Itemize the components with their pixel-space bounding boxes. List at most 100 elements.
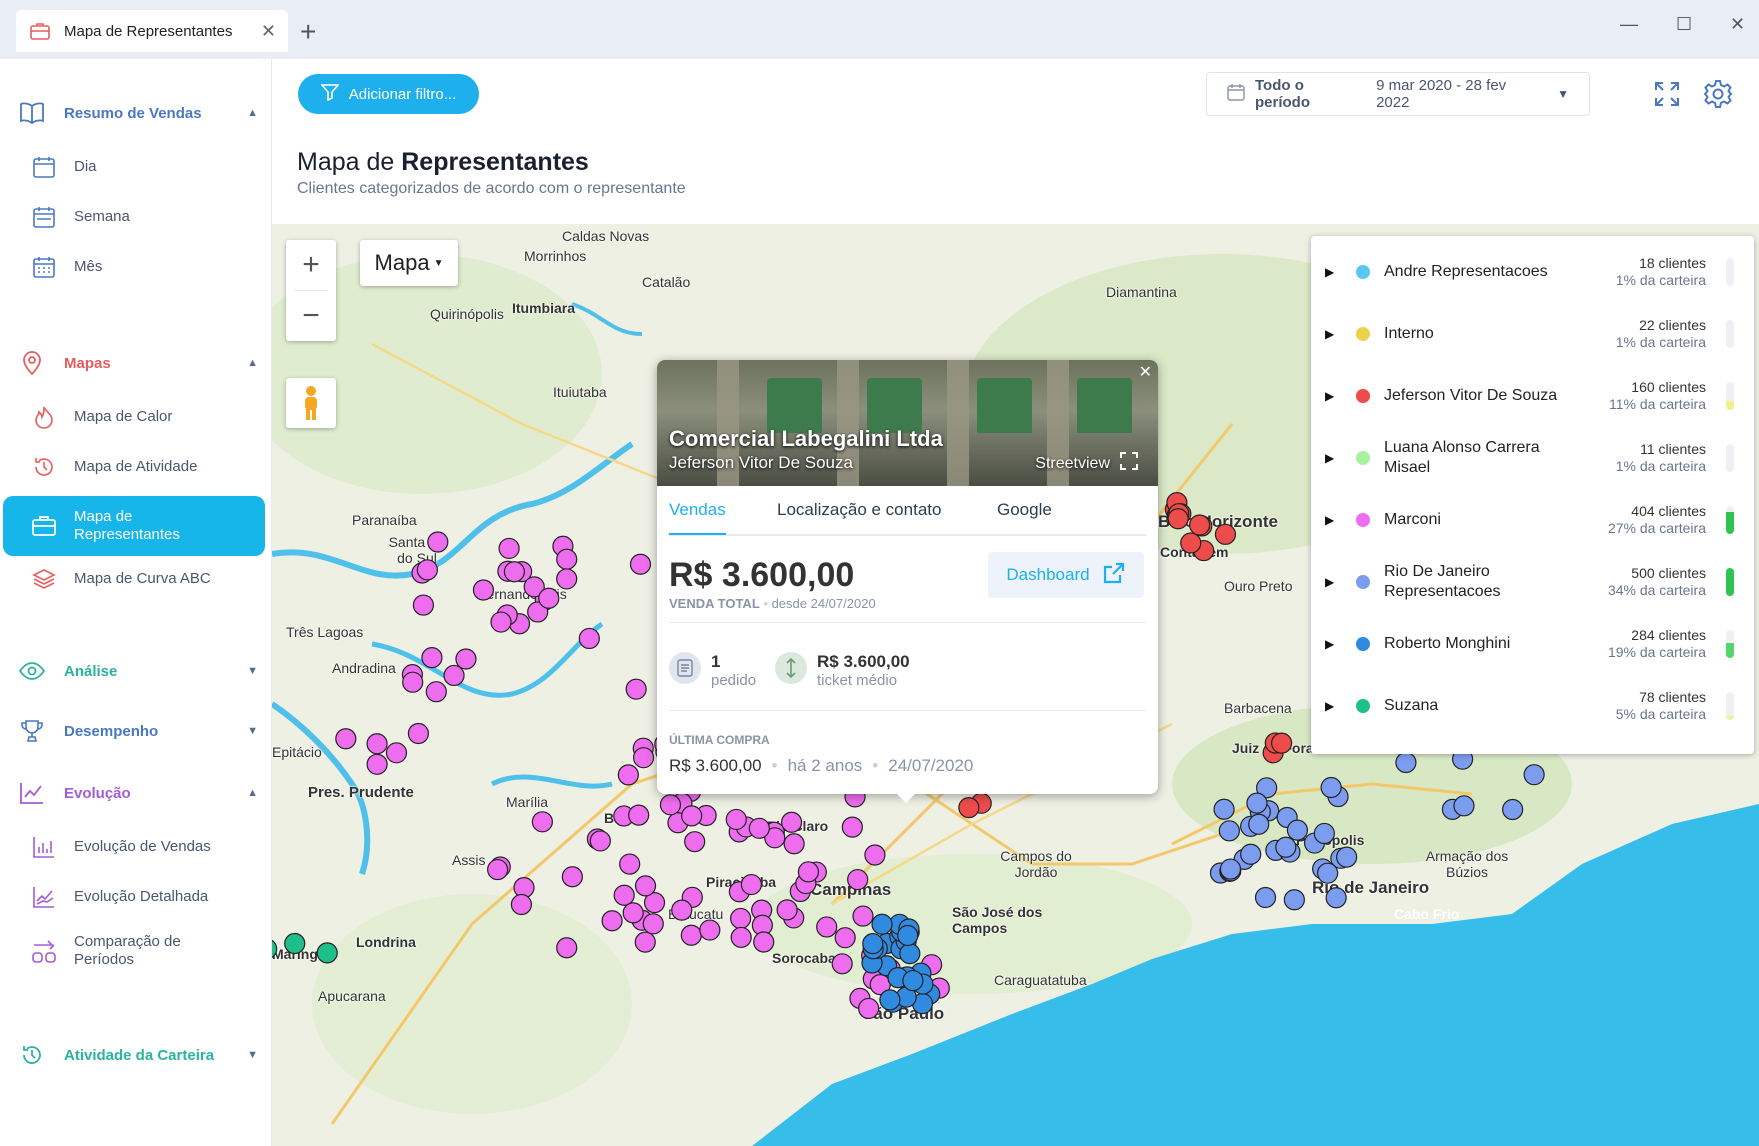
zoom-out-button[interactable]: − (286, 291, 336, 341)
client-marker[interactable] (862, 933, 884, 955)
client-marker[interactable] (538, 587, 560, 609)
sidebar-section-analise[interactable]: Análise ▼ (18, 656, 264, 686)
client-marker[interactable] (783, 833, 805, 855)
client-marker[interactable] (1248, 813, 1270, 835)
client-marker[interactable] (1286, 819, 1309, 841)
tab-vendas[interactable]: Vendas (669, 500, 726, 535)
client-marker[interactable] (503, 561, 525, 583)
client-marker[interactable] (1271, 732, 1293, 754)
client-marker[interactable] (1219, 858, 1242, 880)
client-marker[interactable] (740, 873, 762, 896)
new-tab-button[interactable]: + (300, 16, 316, 48)
client-marker[interactable] (1180, 532, 1202, 554)
client-marker[interactable] (858, 997, 880, 1020)
close-popup-icon[interactable]: ✕ (1139, 362, 1152, 382)
client-marker[interactable] (498, 537, 520, 560)
client-marker[interactable] (427, 531, 449, 553)
fullscreen-icon[interactable] (1649, 76, 1685, 112)
client-marker[interactable] (556, 937, 578, 959)
expand-triangle-icon[interactable]: ▶ (1325, 637, 1334, 651)
client-marker[interactable] (425, 681, 447, 703)
client-marker[interactable] (632, 747, 655, 769)
streetview-button[interactable]: Streetview (1035, 452, 1138, 475)
client-marker[interactable] (1283, 889, 1305, 911)
client-marker[interactable] (1336, 846, 1358, 868)
client-marker[interactable] (625, 678, 647, 700)
client-marker[interactable] (634, 931, 656, 953)
client-marker[interactable] (841, 816, 863, 838)
client-marker[interactable] (1240, 843, 1262, 865)
client-marker[interactable] (421, 647, 443, 669)
client-marker[interactable] (578, 627, 600, 650)
client-marker[interactable] (816, 916, 838, 938)
client-marker[interactable] (531, 811, 553, 833)
client-marker[interactable] (487, 858, 509, 881)
map-type-dropdown[interactable]: Mapa ▼ (360, 240, 458, 286)
client-marker[interactable] (316, 942, 338, 964)
client-marker[interactable] (634, 875, 657, 897)
client-marker[interactable] (1218, 820, 1240, 842)
client-marker[interactable] (1313, 822, 1335, 845)
client-marker[interactable] (797, 861, 820, 883)
client-marker[interactable] (1275, 836, 1297, 858)
client-marker[interactable] (561, 866, 583, 888)
legend-row[interactable]: ▶ Interno 22 clientes 1% da carteira (1311, 306, 1754, 362)
zoom-in-button[interactable]: + (286, 240, 336, 290)
client-marker[interactable] (629, 553, 652, 575)
add-filter-button[interactable]: Adicionar filtro... (298, 74, 479, 114)
client-marker[interactable] (628, 804, 650, 826)
client-marker[interactable] (1254, 886, 1277, 909)
client-marker[interactable] (680, 924, 702, 946)
client-marker[interactable] (617, 764, 639, 786)
client-marker[interactable] (1325, 887, 1347, 909)
client-marker[interactable] (1214, 523, 1237, 545)
sidebar-item-mes[interactable]: Mês (30, 253, 260, 281)
tab-localizacao-contato[interactable]: Localização e contato (777, 500, 941, 520)
client-marker[interactable] (443, 664, 465, 687)
client-marker[interactable] (335, 728, 357, 750)
expand-triangle-icon[interactable]: ▶ (1325, 451, 1334, 465)
expand-triangle-icon[interactable]: ▶ (1325, 265, 1334, 279)
client-marker[interactable] (1167, 508, 1189, 530)
legend-row[interactable]: ▶ Rio De Janeiro Representacoes 500 client… (1311, 554, 1754, 610)
client-marker[interactable] (671, 899, 693, 921)
close-window-icon[interactable]: ✕ (1730, 14, 1745, 35)
sidebar-section-desempenho[interactable]: Desempenho ▼ (18, 716, 264, 746)
sidebar-item-curva-abc[interactable]: Mapa de Curva ABC (30, 565, 260, 593)
client-marker[interactable] (681, 805, 703, 827)
date-range-picker[interactable]: Todo o período 9 mar 2020 - 28 fev 2022 … (1206, 72, 1590, 116)
client-marker[interactable] (781, 811, 803, 833)
sidebar-section-mapas[interactable]: Mapas ▲ (18, 348, 264, 378)
close-tab-icon[interactable]: ✕ (261, 21, 276, 42)
client-marker[interactable] (899, 943, 921, 965)
client-marker[interactable] (725, 808, 747, 831)
client-marker[interactable] (1502, 798, 1524, 821)
legend-row[interactable]: ▶ Roberto Monghini 284 clientes 19% da cart… (1311, 616, 1754, 672)
client-marker[interactable] (1189, 514, 1211, 536)
client-marker[interactable] (852, 905, 874, 927)
legend-row[interactable]: ▶ Luana Alonso Carrera Misael 11 clientes 1… (1311, 430, 1754, 486)
maximize-icon[interactable]: ☐ (1676, 14, 1692, 35)
client-marker[interactable] (622, 902, 644, 924)
client-marker[interactable] (472, 579, 495, 601)
pegman-streetview-icon[interactable] (286, 378, 336, 428)
sidebar-item-semana[interactable]: Semana (30, 203, 260, 231)
client-marker[interactable] (619, 853, 641, 875)
client-marker[interactable] (601, 910, 623, 932)
sidebar-section-atividade-carteira[interactable]: Atividade da Carteira ▼ (18, 1040, 264, 1070)
client-marker[interactable] (871, 913, 893, 935)
client-marker[interactable] (958, 797, 980, 819)
client-marker[interactable] (897, 924, 919, 947)
client-marker[interactable] (879, 989, 901, 1011)
client-marker[interactable] (402, 671, 424, 693)
client-marker[interactable] (272, 939, 278, 959)
legend-row[interactable]: ▶ Marconi 404 clientes 27% da carteira (1311, 492, 1754, 548)
client-marker[interactable] (1320, 776, 1342, 799)
sidebar-section-evolucao[interactable]: Evolução ▲ (18, 778, 264, 808)
client-marker[interactable] (510, 893, 533, 916)
client-marker[interactable] (284, 932, 306, 955)
client-marker[interactable] (412, 594, 434, 616)
expand-triangle-icon[interactable]: ▶ (1325, 389, 1334, 403)
dashboard-button[interactable]: Dashboard (988, 552, 1144, 598)
client-marker[interactable] (730, 926, 752, 949)
